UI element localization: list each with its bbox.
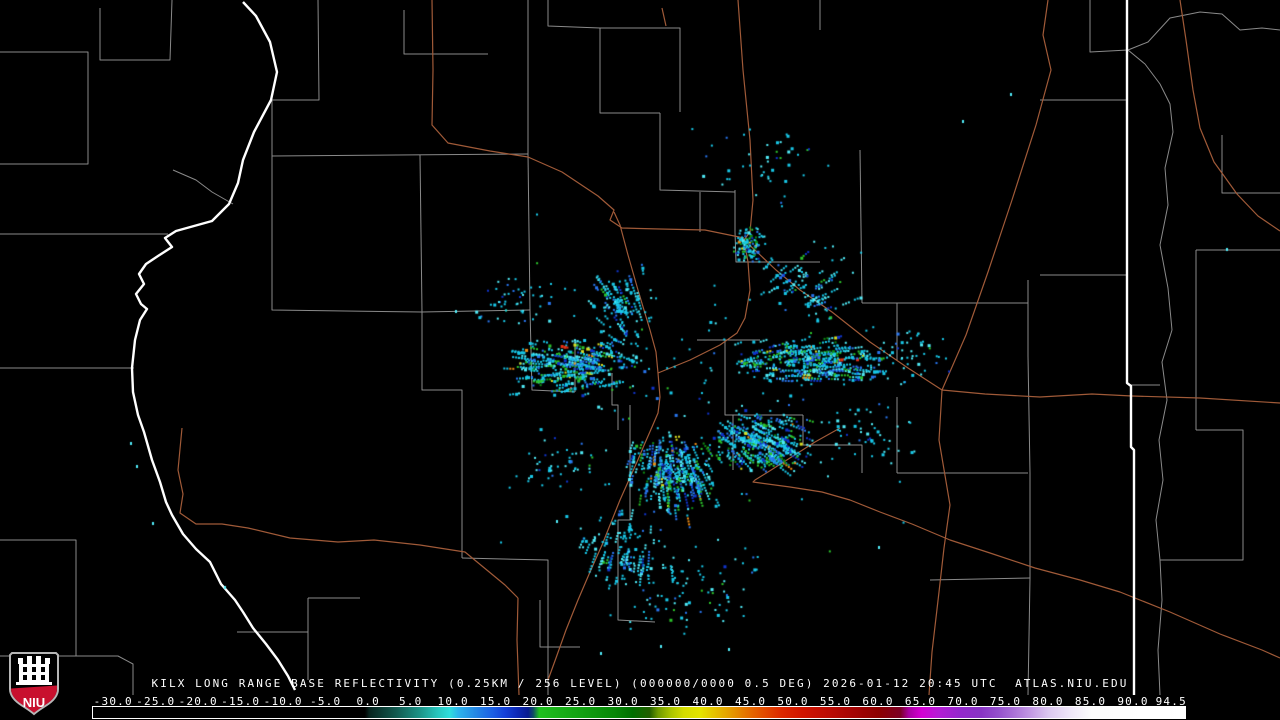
niu-logo: NIU	[9, 652, 59, 716]
colorbar-tick-labels: -30.0 -25.0 -20.0 -15.0 -10.0 -5.0 0.0 5.0 10.0 1…	[0, 695, 1280, 708]
colorbar	[92, 706, 1186, 719]
logo-text: NIU	[23, 695, 45, 710]
product-caption: KILX LONG RANGE BASE REFLECTIVITY (0.25K…	[151, 677, 1129, 690]
radar-display-screen: KILX LONG RANGE BASE REFLECTIVITY (0.25K…	[0, 0, 1280, 720]
reflectivity-echoes-layer	[0, 0, 1280, 672]
